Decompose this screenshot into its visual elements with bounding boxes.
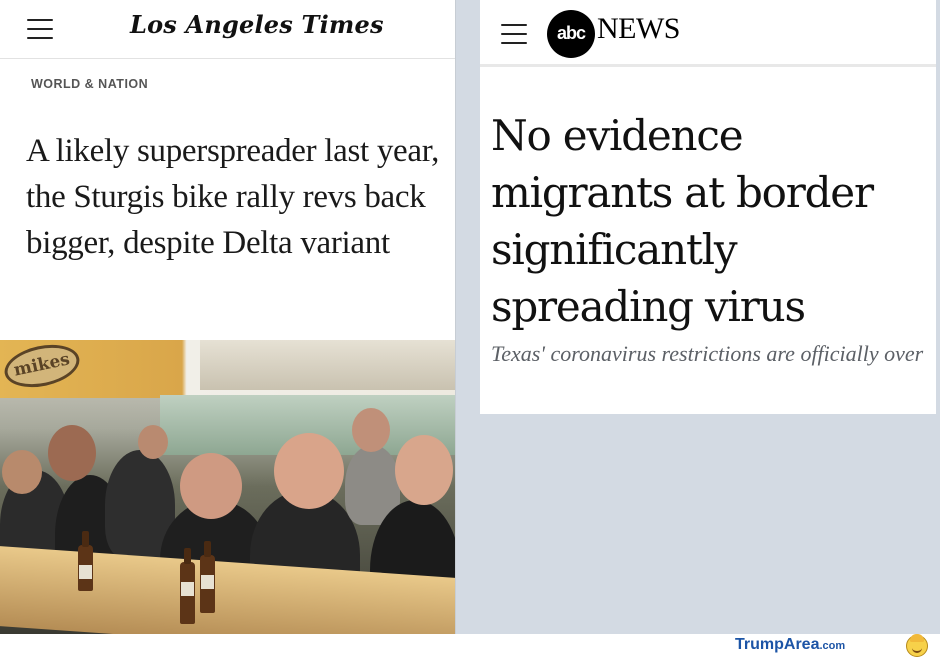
beer-bottle [180,548,195,624]
mascot-icon [906,634,928,657]
latimes-article: Los Angeles Times WORLD & NATION A likel… [0,0,456,634]
person-head [395,435,453,505]
person-head [138,425,168,459]
latimes-logo[interactable]: Los Angeles Times [130,10,384,39]
person-head [180,453,242,519]
person-head [2,450,42,494]
abcnews-article: abc NEWS No evidence migrants at border … [480,0,936,414]
abcnews-logo-text[interactable]: NEWS [597,12,681,46]
abcnews-header: abc NEWS [480,0,936,67]
article-subheadline[interactable]: Texas' coronavirus restrictions are offi… [491,340,931,368]
article-headline[interactable]: A likely superspreader last year, the St… [26,128,446,266]
beer-bottle [200,541,215,613]
watermark-suffix: .com [819,640,846,652]
article-headline[interactable]: No evidence migrants at border significa… [491,107,931,335]
article-photo: mikes [0,340,455,634]
watermark-brand: TrumpArea [735,636,820,653]
person-head [48,425,96,481]
tent-canopy [200,340,455,390]
abc-logo-icon[interactable]: abc [547,10,595,58]
person-head [274,433,344,509]
beer-bottle [78,531,93,591]
person-head [352,408,390,452]
watermark: TrumpArea.com [735,636,845,654]
latimes-header: Los Angeles Times [0,0,455,59]
section-label[interactable]: WORLD & NATION [31,77,148,91]
menu-icon[interactable] [27,19,53,39]
menu-icon[interactable] [501,24,527,44]
